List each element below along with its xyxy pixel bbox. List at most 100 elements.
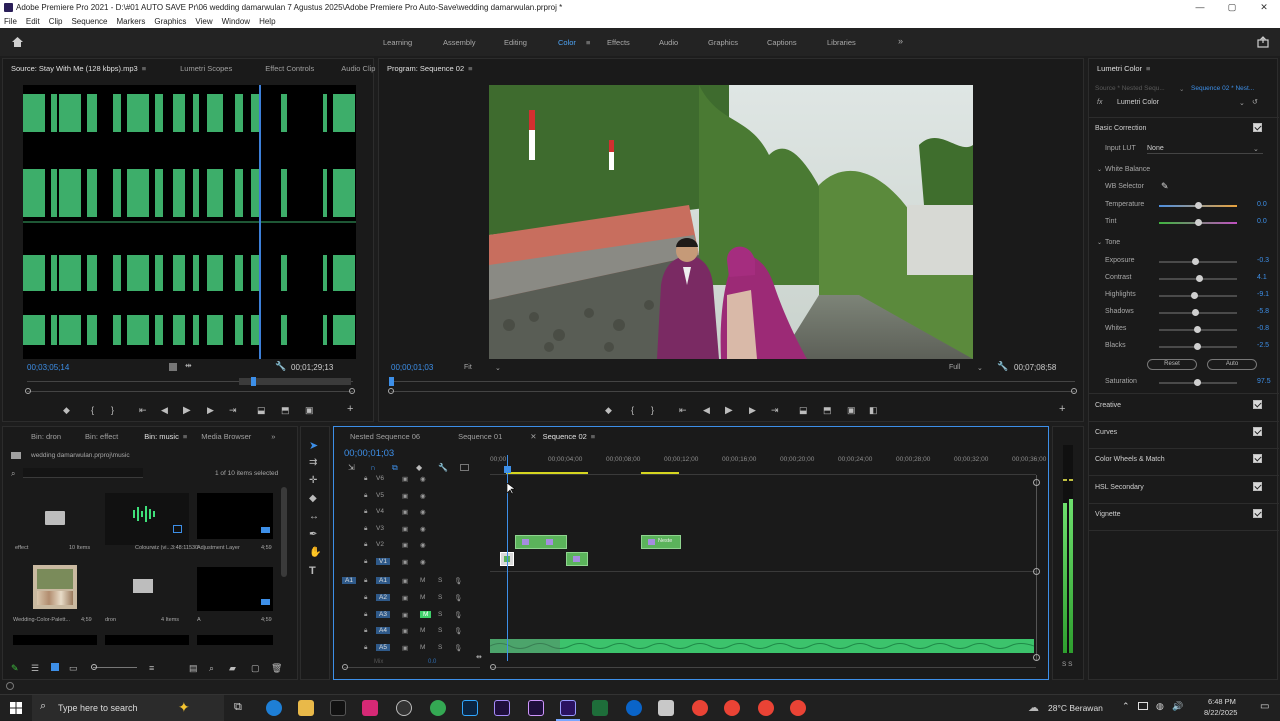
sync-lock-icon[interactable]: ▣ (402, 525, 408, 533)
bin-item-partial[interactable] (105, 635, 189, 645)
saturation-value[interactable]: 97.5 (1257, 378, 1271, 385)
bin-item-wedding-palette[interactable] (33, 565, 77, 609)
whites-slider[interactable] (1159, 326, 1237, 333)
audio-track-header[interactable]: A1 🔒︎ A1 ▣ M S 🎙︎ (334, 573, 482, 589)
lock-icon[interactable]: 🔒︎ (364, 611, 367, 619)
tab-lumetri-scopes[interactable]: Lumetri Scopes (180, 64, 232, 73)
add-button-icon[interactable]: + (347, 403, 353, 415)
video-clip[interactable] (566, 552, 588, 566)
program-time-ruler[interactable] (391, 381, 1075, 389)
panel-menu-icon[interactable]: ≡ (468, 64, 472, 73)
tab-audio-clip[interactable]: Audio Clip (341, 64, 375, 73)
saturation-slider[interactable] (1159, 379, 1237, 386)
video-track-header[interactable]: 🔒︎ V3 ▣ ◉ (334, 521, 482, 537)
pen-tool-icon[interactable]: ✒ (309, 529, 317, 540)
razor-tool-icon[interactable]: ◆ (309, 493, 317, 504)
highlights-slider[interactable] (1159, 292, 1237, 299)
track-target-label[interactable]: V5 (376, 492, 384, 499)
chrome-profile-icon[interactable] (692, 700, 708, 716)
sequence-clip-selector[interactable]: Sequence 02 * Nest... (1191, 85, 1254, 92)
wrench-icon[interactable]: 🔧 (997, 361, 1008, 372)
effect-chevron-icon[interactable]: ⌄ (1239, 99, 1245, 107)
input-lut-dropdown[interactable]: None (1147, 145, 1164, 152)
playhead-handle[interactable] (503, 466, 511, 473)
solo-button[interactable]: S (438, 577, 442, 584)
bin-item-adjustment-layer[interactable]: Adjustment Layer 4;59 (197, 493, 273, 551)
list-view-icon[interactable]: ☰ (31, 663, 39, 674)
voiceover-mic-icon[interactable]: 🎙︎ (454, 594, 462, 602)
task-view-icon[interactable]: ⧉ (234, 701, 242, 714)
track-target-label[interactable]: V2 (376, 541, 384, 548)
share-icon[interactable] (1257, 36, 1269, 48)
new-bin-icon[interactable]: ▰ (229, 663, 236, 674)
menu-markers[interactable]: Markers (117, 17, 146, 26)
creative-header[interactable]: Creative (1095, 402, 1121, 409)
tone-header[interactable]: Tone (1105, 239, 1120, 246)
blacks-slider-knob[interactable] (1193, 343, 1201, 350)
whites-value[interactable]: -0.8 (1257, 325, 1269, 332)
weather-icon[interactable]: ☁ (1028, 701, 1039, 714)
app-icon[interactable] (626, 700, 642, 716)
go-to-in-icon[interactable]: ⇤ (139, 405, 147, 416)
curves-checkbox[interactable] (1253, 427, 1262, 436)
reset-effect-icon[interactable]: ↺ (1252, 98, 1258, 106)
zoom-handle[interactable] (342, 664, 348, 670)
lift-icon[interactable]: ⬓ (799, 405, 808, 416)
scroll-handle[interactable] (1033, 568, 1040, 575)
solo-buttons[interactable]: S S (1062, 661, 1072, 668)
tint-value[interactable]: 0.0 (1257, 218, 1267, 225)
workspace-color[interactable]: Color (558, 38, 576, 47)
zoom-out-handle[interactable] (25, 388, 31, 394)
wrench-icon[interactable]: 🔧 (275, 361, 286, 372)
highlights-slider-knob[interactable] (1190, 292, 1198, 299)
workspace-libraries[interactable]: Libraries (827, 38, 856, 47)
premiere-pro-icon[interactable] (560, 700, 576, 716)
maximize-button[interactable]: ▢ (1216, 0, 1248, 14)
audio-track-header[interactable]: 🔒︎ A4 ▣ M S 🎙︎ (334, 623, 482, 639)
menu-clip[interactable]: Clip (49, 17, 63, 26)
comparison-view-icon[interactable]: ◧ (869, 405, 878, 416)
voiceover-mic-icon[interactable]: 🎙︎ (454, 611, 462, 619)
solo-button[interactable]: S (438, 594, 442, 601)
taskbar-search-box[interactable]: ⌕ Type here to search ✦ (32, 695, 224, 721)
sync-lock-icon[interactable]: ▣ (402, 475, 408, 483)
bin-scrollbar[interactable] (281, 487, 287, 577)
mute-button[interactable]: M (420, 594, 425, 601)
type-tool-icon[interactable]: T (309, 565, 316, 577)
white-balance-chevron-icon[interactable]: ⌄ (1097, 166, 1102, 173)
mix-expand-icon[interactable]: ⇹ (476, 653, 482, 661)
lock-icon[interactable]: 🔒︎ (364, 541, 367, 549)
search-input[interactable] (23, 468, 143, 478)
zoom-out-handle[interactable] (388, 388, 394, 394)
solo-button[interactable]: S (438, 644, 442, 651)
menu-help[interactable]: Help (259, 17, 275, 26)
lock-icon[interactable]: 🔒︎ (364, 475, 367, 483)
weather-text[interactable]: 28°C Berawan (1048, 703, 1103, 713)
audio-clip-music[interactable] (489, 639, 1035, 653)
temperature-value[interactable]: 0.0 (1257, 201, 1267, 208)
tab-sequence-02[interactable]: Sequence 02 (543, 432, 587, 441)
bin-item-name[interactable]: dron (105, 617, 116, 623)
source-clip-selector[interactable]: Source * Nested Sequ... (1095, 85, 1165, 92)
search-icon[interactable]: ⌕ (11, 469, 15, 479)
blacks-slider[interactable] (1159, 343, 1237, 350)
shadows-value[interactable]: -5.8 (1257, 308, 1269, 315)
lightroom-icon[interactable] (462, 700, 478, 716)
battery-icon[interactable] (1138, 702, 1148, 710)
sync-lock-icon[interactable]: ▣ (402, 492, 408, 500)
sync-lock-icon[interactable]: ▣ (402, 577, 408, 585)
add-marker-icon[interactable]: ◆ (605, 405, 612, 416)
effect-selector[interactable]: Lumetri Color (1117, 99, 1159, 106)
export-frame-icon[interactable]: ▣ (847, 405, 856, 416)
track-target-label[interactable]: V3 (376, 525, 384, 532)
video-track-header[interactable]: 🔒︎ V2 ▣ ◉ (334, 537, 482, 553)
lock-icon[interactable]: 🔒︎ (364, 508, 367, 516)
contrast-slider[interactable] (1159, 275, 1237, 282)
file-explorer-icon[interactable] (298, 700, 314, 716)
excel-icon[interactable] (592, 700, 608, 716)
vignette-header[interactable]: Vignette (1095, 511, 1121, 518)
temperature-slider[interactable] (1159, 202, 1237, 209)
lock-icon[interactable]: 🔒︎ (364, 627, 367, 635)
tab-source[interactable]: Source: Stay With Me (128 kbps).mp3 (11, 64, 138, 73)
lock-icon[interactable]: 🔒︎ (364, 594, 367, 602)
